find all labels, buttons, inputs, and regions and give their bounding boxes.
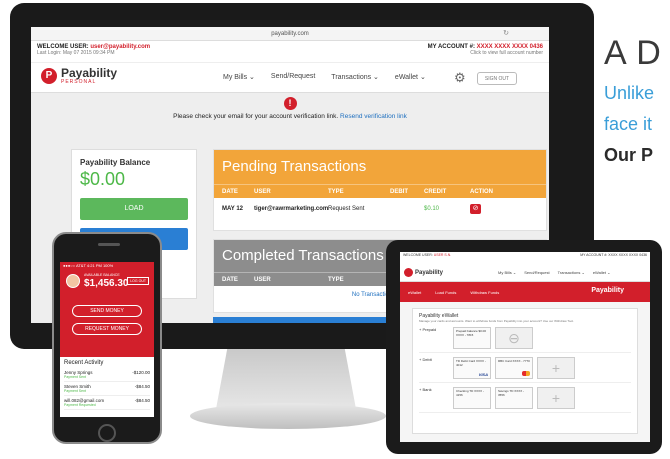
tablet-device: WELCOME USER: USER S.N. MY ACCOUNT #: XX… [386,240,662,454]
link-icon[interactable]: ⊖ [495,327,533,349]
ewallet-panel: Payability eWallet Manage your cards and… [412,308,638,434]
tablet-nav-ewallet[interactable]: eWallet ⌄ [593,270,611,275]
main-nav: P Payability PERSONAL My Bills ⌄ Send/Re… [31,63,549,93]
tablet-subnav: eWallet Load Funds Withdraw Funds Payabi… [400,282,650,302]
phone-status-bar: ●●●○○ AT&T 4:21 PM 100% [60,262,154,269]
verification-alert: ! Please check your email for your accou… [31,93,549,125]
url-text: payability.com [271,31,309,37]
phone-actions: SEND MONEY REQUEST MONEY [60,299,154,357]
phone-speaker [98,243,120,246]
add-bank-button[interactable]: + [537,387,575,409]
resend-link[interactable]: Resend verification link [340,113,407,120]
phone-home-button[interactable] [98,424,116,442]
tablet-logo[interactable]: Payability [404,268,443,277]
logout-button[interactable]: LOG OUT [127,277,149,285]
monitor-stand [216,349,356,409]
url-bar[interactable]: payability.com ↻ [31,27,549,41]
hero-title: A D [604,34,662,72]
mastercard-icon [522,371,530,376]
pending-transactions: Pending Transactions DATE USER TYPE DEBI… [213,149,547,231]
sign-out-button[interactable]: SIGN OUT [477,72,517,85]
logo-mark-icon [404,268,413,277]
tablet-account: MY ACCOUNT #: XXXX XXXX XXXX 0436 [580,253,647,257]
recent-title: Recent Activity [64,360,104,366]
balance-label: Payability Balance [80,158,151,167]
alert-text: Please check your email for your account… [173,113,341,120]
nav-my-bills[interactable]: My Bills ⌄ [223,73,255,81]
tab-withdraw-funds[interactable]: Withdraw Funds [470,290,499,295]
balance-amount: $0.00 [80,169,126,189]
tablet-nav-send[interactable]: Send/Request [524,270,549,275]
phone-balance: $1,456.30 [84,278,129,289]
gear-icon[interactable]: ⚙ [454,70,466,86]
list-item: + Bank Checking TD XXXX - 4156 Savings T… [419,387,631,413]
alert-icon: ! [283,97,297,110]
ewallet-subtitle: Manage your cards and accounts. Want to … [419,319,574,323]
account-info: MY ACCOUNT #: XXXX XXXX XXXX 0436 Click … [427,44,543,56]
request-money-button[interactable]: REQUEST MONEY [72,323,142,335]
table-row: MAY 12 tiger@rawrmarketing.com Request S… [214,198,546,220]
list-item: + Prepaid Prepaid balance $0.00 XXXX - 7… [419,327,631,353]
logo-name: Payability [61,66,118,80]
phone-screen: ●●●○○ AT&T 4:21 PM 100% AVAILABLE BALANC… [60,262,154,417]
welcome-bar: WELCOME USER: user@payability.com Last L… [31,41,549,63]
hero-line-1: Unlike [604,83,655,103]
nav-send-request[interactable]: Send/Request [271,73,315,81]
rbc-card[interactable]: RBC Card XXXX - 7770 [495,357,533,379]
savings-card[interactable]: Savings TD XXXX - 3556 [495,387,533,409]
hero-text: A D Unlike face it Our P [604,34,670,166]
phone-header: AVAILABLE BALANCE $1,456.30 LOG OUT [60,269,154,299]
pending-title: Pending Transactions [214,150,546,184]
phone-device: ●●●○○ AT&T 4:21 PM 100% AVAILABLE BALANC… [52,232,162,444]
nav-items: My Bills ⌄ Send/Request Transactions ⌄ e… [223,73,442,81]
tablet-nav-transactions[interactable]: Transactions ⌄ [558,270,585,275]
monitor-base [190,403,386,429]
payability-logo[interactable]: P Payability PERSONAL [41,67,117,85]
checking-card[interactable]: Checking TD XXXX - 4156 [453,387,491,409]
list-item[interactable]: Steven Smith Payment Sent -$84.50 [64,382,150,396]
tablet-nav: Payability My Bills ⌄ Send/Request Trans… [400,264,650,282]
prepaid-card[interactable]: Prepaid balance $0.00 XXXX - 7815 [453,327,491,349]
avatar[interactable] [66,274,80,288]
list-item[interactable]: will.082@gmail.com Payment Requested -$84… [64,396,150,410]
tab-load-funds[interactable]: Load Funds [435,290,456,295]
tablet-sub-brand: Payability [591,287,624,294]
nav-ewallet[interactable]: eWallet ⌄ [395,73,426,81]
load-button[interactable]: LOAD [80,198,188,220]
tablet-nav-bills[interactable]: My Bills ⌄ [498,270,516,275]
cancel-icon[interactable]: ⊘ [470,204,481,214]
hero-bold-line: Our P [604,145,654,165]
refresh-icon[interactable]: ↻ [503,27,509,41]
tablet-welcome: WELCOME USER: USER S.N. MY ACCOUNT #: XX… [400,252,650,264]
list-item[interactable]: Jenny Springs Payment Sent -$120.00 [64,368,150,382]
visa-icon: VISA [478,372,488,377]
send-money-button[interactable]: SEND MONEY [72,305,142,317]
available-label: AVAILABLE BALANCE [84,273,120,277]
add-card-button[interactable]: + [537,357,575,379]
nav-transactions[interactable]: Transactions ⌄ [331,73,379,81]
tab-ewallet[interactable]: eWallet [408,290,421,295]
list-item: + Debit TD Debit Card XXXX - 4012 VISA RB… [419,357,631,383]
recent-activity: Recent Activity Jenny Springs Payment Sen… [60,357,154,413]
tablet-screen: WELCOME USER: USER S.N. MY ACCOUNT #: XX… [400,252,650,442]
hero-line-2: face it [604,114,653,134]
account-hint[interactable]: Click to view full account number [428,50,543,56]
logo-mark-icon: P [41,68,57,84]
debit-card[interactable]: TD Debit Card XXXX - 4012 VISA [453,357,491,379]
pending-columns: DATE USER TYPE DEBIT CREDIT ACTION [214,184,546,198]
